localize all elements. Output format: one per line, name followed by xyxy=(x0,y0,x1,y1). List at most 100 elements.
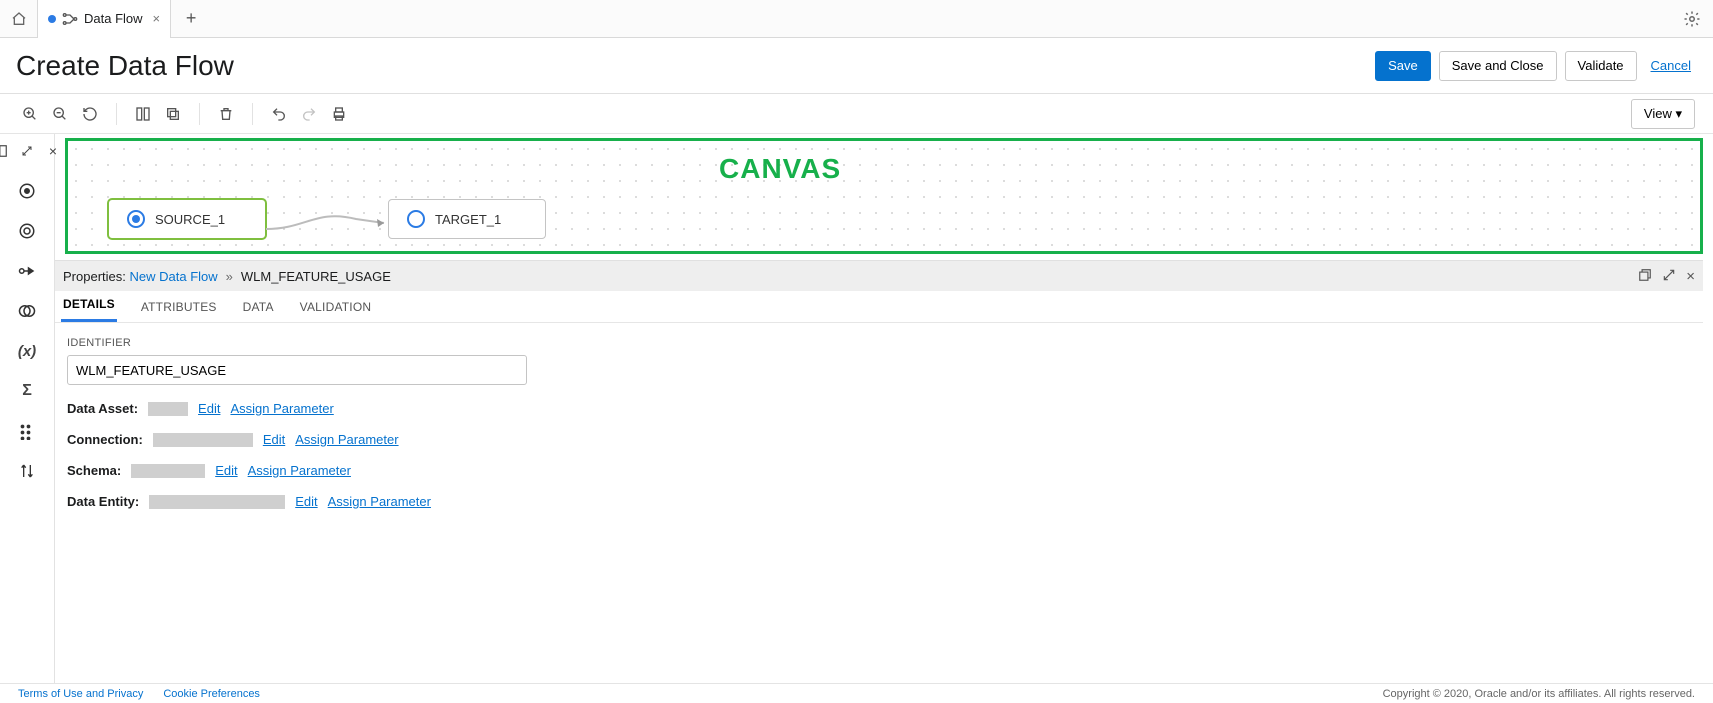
palette-source-operator[interactable] xyxy=(16,180,38,202)
node-source[interactable]: SOURCE_1 xyxy=(108,199,266,239)
properties-prefix: Properties: xyxy=(63,269,126,284)
tab-details[interactable]: DETAILS xyxy=(61,289,117,322)
save-button[interactable]: Save xyxy=(1375,51,1431,81)
canvas[interactable]: CANVAS SOURCE_1 TARGET_1 xyxy=(65,138,1703,254)
tab-data[interactable]: DATA xyxy=(241,292,276,322)
panel-icon xyxy=(0,144,8,158)
data-asset-assign-link[interactable]: Assign Parameter xyxy=(230,401,333,416)
distinct-operator-icon xyxy=(18,422,36,440)
canvas-annotation-label: CANVAS xyxy=(719,153,841,185)
page-header: Create Data Flow Save Save and Close Val… xyxy=(0,38,1713,94)
properties-header: Properties: New Data Flow » WLM_FEATURE_… xyxy=(55,261,1703,291)
schema-assign-link[interactable]: Assign Parameter xyxy=(248,463,351,478)
palette-expression-operator[interactable]: (x) xyxy=(16,340,38,362)
node-target[interactable]: TARGET_1 xyxy=(388,199,546,239)
tab-bar: Data Flow × + xyxy=(0,0,1713,38)
palette-distinct-operator[interactable] xyxy=(16,420,38,442)
copyright-text: Copyright © 2020, Oracle and/or its affi… xyxy=(1383,688,1695,700)
zoom-in-icon xyxy=(22,106,38,122)
node-label: TARGET_1 xyxy=(435,212,501,227)
tab-validation[interactable]: VALIDATION xyxy=(298,292,374,322)
filter-operator-icon xyxy=(18,263,36,279)
undo-icon xyxy=(271,106,287,122)
copy-button[interactable] xyxy=(161,102,185,126)
header-actions: Save Save and Close Validate Cancel xyxy=(1375,51,1697,81)
target-node-icon xyxy=(407,210,425,228)
redo-button xyxy=(297,102,321,126)
data-entity-value-redacted xyxy=(149,495,285,509)
home-icon xyxy=(11,11,27,27)
schema-label: Schema: xyxy=(67,463,121,478)
gear-icon xyxy=(1683,10,1701,28)
layout-button[interactable] xyxy=(131,102,155,126)
data-asset-value-redacted xyxy=(148,402,188,416)
data-entity-label: Data Entity: xyxy=(67,494,139,509)
page-footer: Terms of Use and Privacy Cookie Preferen… xyxy=(0,683,1713,703)
tab-attributes[interactable]: ATTRIBUTES xyxy=(139,292,219,322)
palette-sort-operator[interactable] xyxy=(16,460,38,482)
connection-assign-link[interactable]: Assign Parameter xyxy=(295,432,398,447)
breadcrumb-leaf: WLM_FEATURE_USAGE xyxy=(241,269,391,284)
edge-source-to-target xyxy=(266,211,388,241)
print-icon xyxy=(331,106,347,122)
identifier-label: IDENTIFIER xyxy=(67,337,1691,349)
view-dropdown[interactable]: View ▾ xyxy=(1631,99,1695,129)
palette-panel-toggle[interactable] xyxy=(0,140,12,162)
right-pane: CANVAS SOURCE_1 TARGET_1 Properties: New… xyxy=(55,134,1713,683)
validate-button[interactable]: Validate xyxy=(1565,51,1637,81)
separator xyxy=(116,103,117,125)
unsaved-dot-icon xyxy=(48,15,56,23)
tab-label: Data Flow xyxy=(84,11,143,26)
workspace: × (x) Σ CANVAS SOURCE_1 TARGET_1 P xyxy=(0,134,1713,683)
panel-restore-button[interactable] xyxy=(1638,268,1652,285)
palette-target-operator[interactable] xyxy=(16,220,38,242)
maximize-icon xyxy=(1662,268,1676,282)
panel-maximize-button[interactable] xyxy=(1662,268,1676,285)
cookie-link[interactable]: Cookie Preferences xyxy=(163,688,260,700)
canvas-toolbar: View ▾ xyxy=(0,94,1713,134)
separator xyxy=(252,103,253,125)
source-operator-icon xyxy=(18,182,36,200)
panel-close-button[interactable]: × xyxy=(1686,268,1695,285)
breadcrumb-root[interactable]: New Data Flow xyxy=(130,269,218,284)
redo-icon xyxy=(301,106,317,122)
settings-button[interactable] xyxy=(1683,10,1701,28)
expand-icon xyxy=(21,145,33,157)
terms-link[interactable]: Terms of Use and Privacy xyxy=(18,688,143,700)
print-button[interactable] xyxy=(327,102,351,126)
data-flow-icon xyxy=(62,12,78,26)
properties-panel: Properties: New Data Flow » WLM_FEATURE_… xyxy=(55,260,1703,683)
trash-icon xyxy=(218,106,234,122)
undo-button[interactable] xyxy=(267,102,291,126)
cancel-link[interactable]: Cancel xyxy=(1645,58,1697,73)
layout-icon xyxy=(135,106,151,122)
zoom-out-button[interactable] xyxy=(48,102,72,126)
zoom-out-icon xyxy=(52,106,68,122)
identifier-input[interactable] xyxy=(67,355,527,385)
save-and-close-button[interactable]: Save and Close xyxy=(1439,51,1557,81)
breadcrumb-separator: » xyxy=(226,269,233,284)
zoom-reset-button[interactable] xyxy=(78,102,102,126)
palette-expand-button[interactable] xyxy=(16,140,38,162)
data-entity-edit-link[interactable]: Edit xyxy=(295,494,317,509)
sort-operator-icon xyxy=(19,462,35,480)
connection-edit-link[interactable]: Edit xyxy=(263,432,285,447)
palette-filter-operator[interactable] xyxy=(16,260,38,282)
home-button[interactable] xyxy=(0,0,38,38)
connection-value-redacted xyxy=(153,433,253,447)
schema-edit-link[interactable]: Edit xyxy=(215,463,237,478)
delete-button[interactable] xyxy=(214,102,238,126)
palette-join-operator[interactable] xyxy=(16,300,38,322)
source-node-icon xyxy=(127,210,145,228)
palette-aggregate-operator[interactable]: Σ xyxy=(16,380,38,402)
schema-value-redacted xyxy=(131,464,205,478)
join-operator-icon xyxy=(18,302,36,320)
tab-close-button[interactable]: × xyxy=(153,11,161,26)
properties-body: IDENTIFIER Data Asset: Edit Assign Param… xyxy=(55,323,1703,523)
add-tab-button[interactable]: + xyxy=(175,3,207,35)
zoom-in-button[interactable] xyxy=(18,102,42,126)
tab-data-flow[interactable]: Data Flow × xyxy=(38,0,171,38)
data-asset-edit-link[interactable]: Edit xyxy=(198,401,220,416)
refresh-icon xyxy=(82,106,98,122)
data-entity-assign-link[interactable]: Assign Parameter xyxy=(328,494,431,509)
